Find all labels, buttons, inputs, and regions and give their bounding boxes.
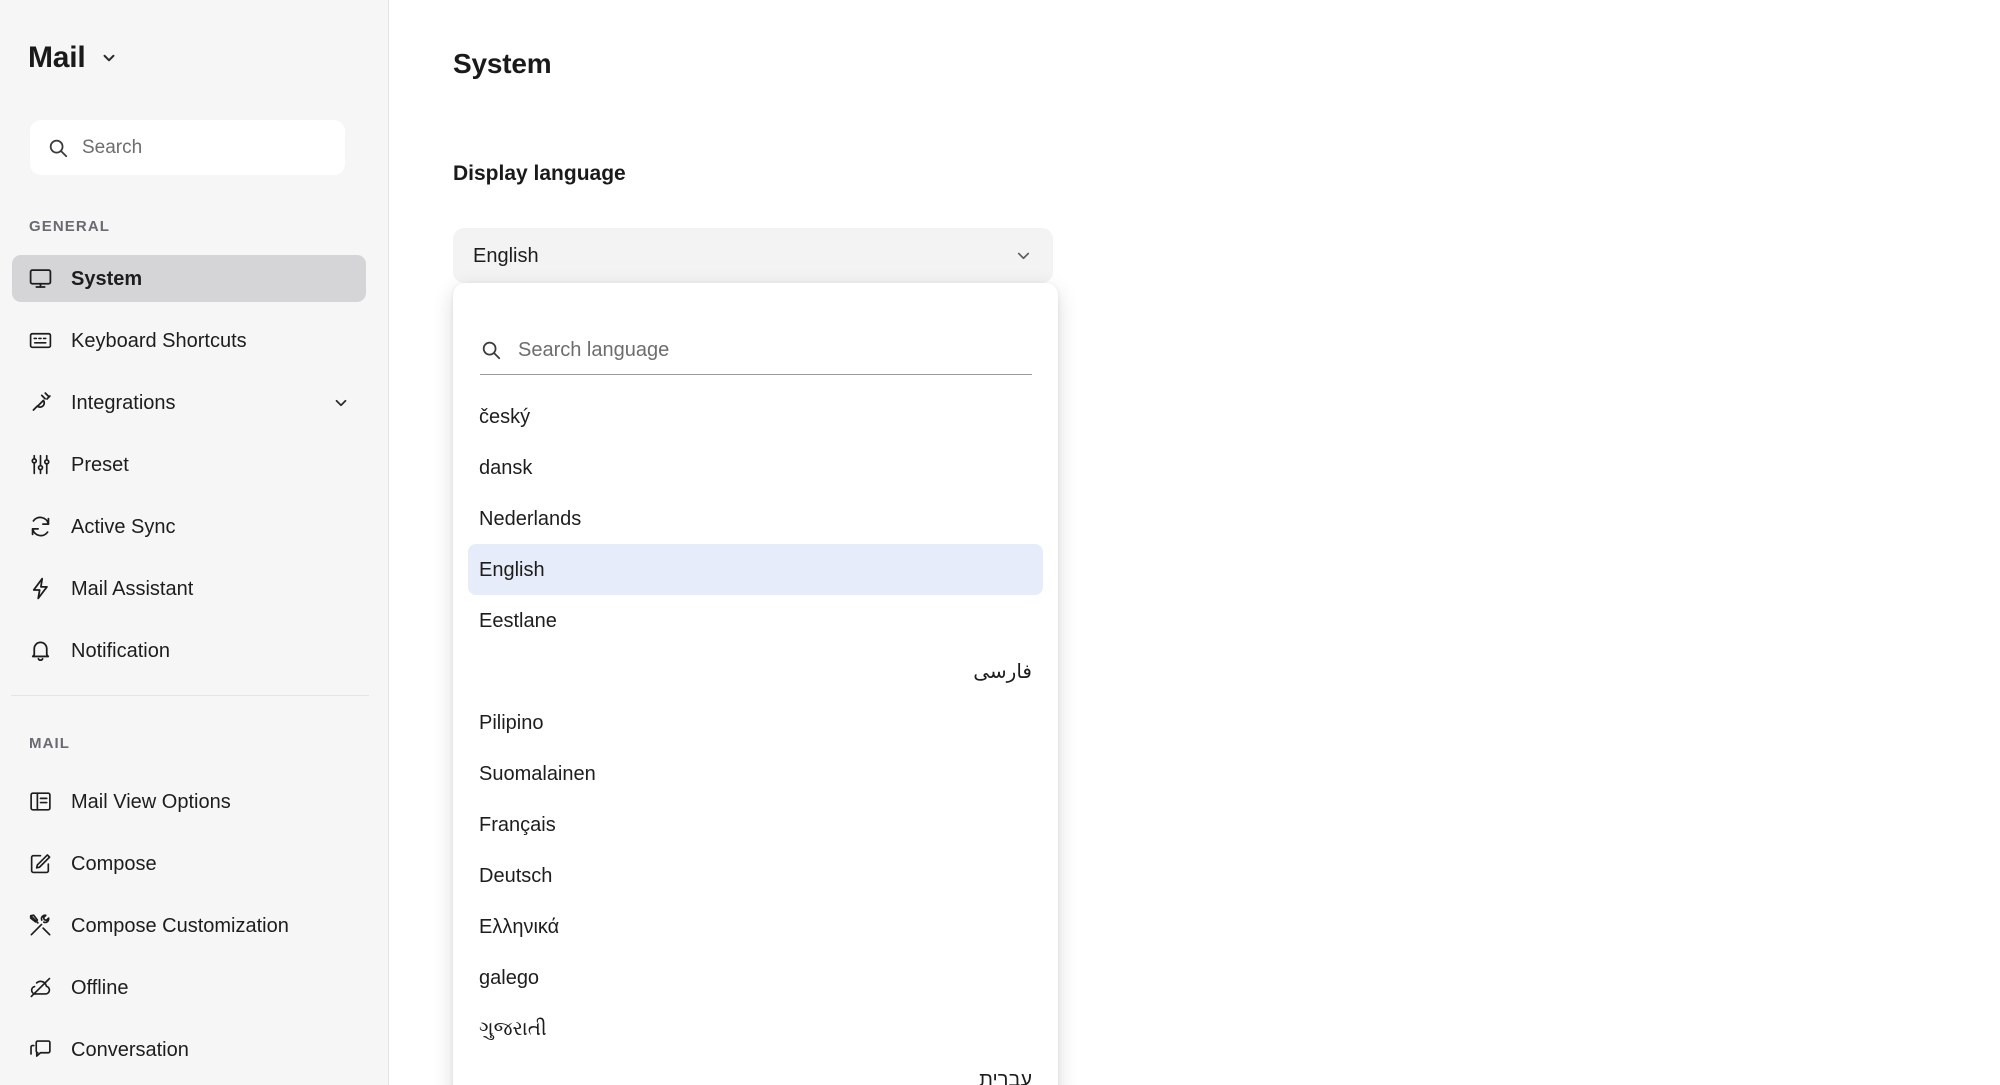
language-option-label: Pilipino (479, 711, 544, 734)
bell-icon (28, 638, 53, 663)
language-option[interactable]: český (468, 391, 1043, 442)
language-option-label: Suomalainen (479, 762, 596, 785)
language-option[interactable]: Pilipino (468, 697, 1043, 748)
language-option[interactable]: Suomalainen (468, 748, 1043, 799)
language-option-list[interactable]: český dansk Nederlands English Eestlane … (453, 391, 1058, 1085)
sidebar-item-conversation[interactable]: Conversation (12, 1026, 366, 1073)
monitor-icon (28, 266, 53, 291)
language-search-placeholder: Search language (518, 338, 670, 361)
language-option-label: ગુજરાતી (479, 1017, 547, 1040)
language-option-label: český (479, 405, 531, 428)
sidebar-search-input[interactable]: Search (30, 120, 345, 175)
chevron-down-icon[interactable] (1014, 246, 1033, 265)
language-option[interactable]: Deutsch (468, 850, 1043, 901)
language-option[interactable]: Français (468, 799, 1043, 850)
tools-icon (28, 913, 53, 938)
language-option[interactable]: Eestlane (468, 595, 1043, 646)
sidebar-item-integrations[interactable]: Integrations (12, 379, 366, 426)
sidebar-item-label: Preset (71, 453, 129, 476)
language-option[interactable]: Ελληνικά (468, 901, 1043, 952)
language-option-label: עברית (979, 1068, 1032, 1085)
language-option-label: فارسی (973, 660, 1032, 683)
language-search-input[interactable]: Search language (480, 325, 1032, 375)
pencil-square-icon (28, 851, 53, 876)
sidebar-item-label: Integrations (71, 391, 176, 414)
language-option-label: dansk (479, 456, 533, 479)
brand-title: Mail (28, 41, 86, 74)
sidebar-item-label: Conversation (71, 1038, 189, 1061)
sidebar-item-label: Compose (71, 852, 157, 875)
workspace-switcher[interactable]: Mail (28, 43, 118, 73)
section-label-general: GENERAL (29, 218, 111, 235)
refresh-icon (28, 514, 53, 539)
chat-bubbles-icon (28, 1037, 53, 1062)
sidebar-item-label: Active Sync (71, 515, 176, 538)
chevron-down-icon[interactable] (332, 394, 350, 412)
sidebar: Mail Search GENERAL System Keyboard Shor… (0, 0, 389, 1085)
main-content: System Display language English Search l… (389, 0, 2000, 1085)
search-icon (480, 339, 502, 361)
settings-window: Mail Search GENERAL System Keyboard Shor… (0, 0, 2000, 1085)
sidebar-item-active-sync[interactable]: Active Sync (12, 503, 366, 550)
layout-panel-icon (28, 789, 53, 814)
search-icon (47, 137, 69, 159)
language-option-label: Français (479, 813, 556, 836)
lightning-bolt-icon (28, 576, 53, 601)
sidebar-item-preset[interactable]: Preset (12, 441, 366, 488)
sidebar-item-compose[interactable]: Compose (12, 840, 366, 887)
display-language-select[interactable]: English (453, 228, 1053, 283)
language-option-label: Deutsch (479, 864, 553, 887)
sidebar-item-label: Notification (71, 639, 170, 662)
keyboard-icon (28, 328, 53, 353)
language-dropdown-panel: Search language český dansk Nederlands E… (453, 283, 1058, 1085)
sidebar-item-compose-customization[interactable]: Compose Customization (12, 902, 366, 949)
sidebar-item-label: Offline (71, 976, 129, 999)
display-language-value: English (473, 244, 539, 267)
sidebar-item-label: Keyboard Shortcuts (71, 329, 247, 352)
language-option-label: Ελληνικά (479, 915, 560, 938)
language-option[interactable]: galego (468, 952, 1043, 1003)
sidebar-item-keyboard-shortcuts[interactable]: Keyboard Shortcuts (12, 317, 366, 364)
page-title: System (453, 48, 552, 79)
plug-icon (28, 390, 53, 415)
language-option-label: Eestlane (479, 609, 557, 632)
language-option-selected[interactable]: English (468, 544, 1043, 595)
sidebar-item-mail-assistant[interactable]: Mail Assistant (12, 565, 366, 612)
sliders-icon (28, 452, 53, 477)
sidebar-item-label: System (71, 267, 143, 290)
language-option[interactable]: فارسی (468, 646, 1043, 697)
language-option-label: English (479, 558, 545, 581)
cloud-slash-icon (28, 975, 53, 1000)
sidebar-item-system[interactable]: System (12, 255, 366, 302)
sidebar-search-placeholder: Search (82, 137, 143, 158)
sidebar-item-label: Mail Assistant (71, 577, 194, 600)
sidebar-item-notification[interactable]: Notification (12, 627, 366, 674)
language-option[interactable]: Nederlands (468, 493, 1043, 544)
language-option-label: galego (479, 966, 540, 989)
language-option-label: Nederlands (479, 507, 582, 530)
display-language-label: Display language (453, 162, 626, 185)
sidebar-item-offline[interactable]: Offline (12, 964, 366, 1011)
language-option[interactable]: עברית (468, 1054, 1043, 1085)
section-label-mail: MAIL (29, 735, 71, 752)
sidebar-item-label: Compose Customization (71, 914, 289, 937)
language-option[interactable]: dansk (468, 442, 1043, 493)
chevron-down-icon[interactable] (100, 49, 118, 67)
language-option[interactable]: ગુજરાતી (468, 1003, 1043, 1054)
sidebar-item-label: Mail View Options (71, 790, 231, 813)
sidebar-item-mail-view-options[interactable]: Mail View Options (12, 778, 366, 825)
sidebar-divider (11, 695, 369, 696)
